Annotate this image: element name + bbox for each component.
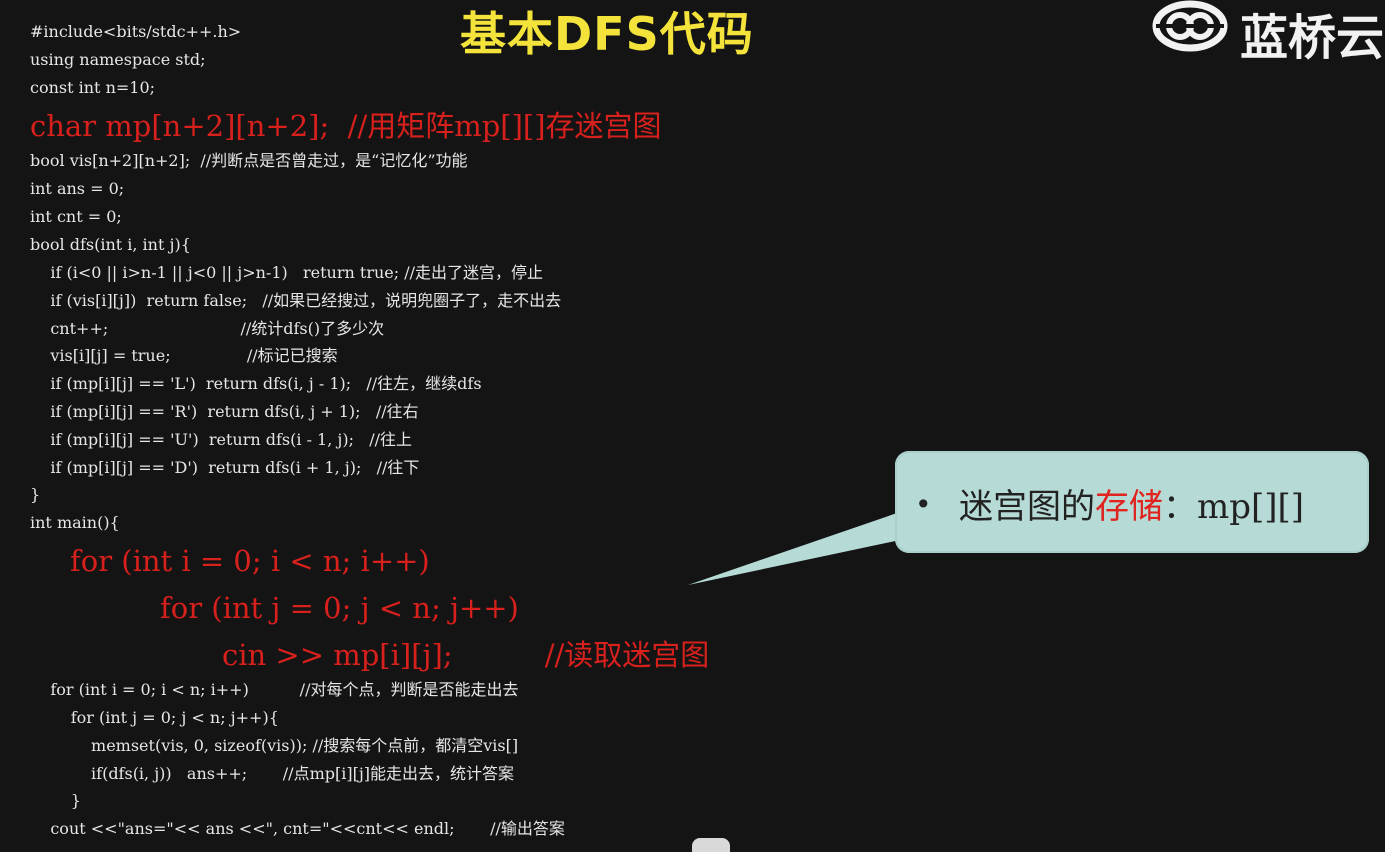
code-line: cnt++; //统计dfs()了多少次 (30, 319, 385, 338)
code-line-highlight: cin >> mp[i][j]; //读取迷宫图 (222, 638, 710, 672)
code-line: vis[i][j] = true; //标记已搜索 (30, 346, 338, 365)
code-line: if (mp[i][j] == 'U') return dfs(i - 1, j… (30, 430, 413, 449)
code-line: int ans = 0; (30, 179, 125, 198)
code-line: } (30, 791, 81, 810)
code-block: #include<bits/stdc++.h> using namespace … (0, 0, 900, 846)
slide: 基本DFS代码 蓝桥云 #include<bits/stdc++.h> usin… (0, 0, 1385, 852)
code-line: if (mp[i][j] == 'D') return dfs(i + 1, j… (30, 458, 420, 477)
code-line: bool vis[n+2][n+2]; //判断点是否曾走过，是“记忆化”功能 (30, 151, 468, 170)
code-line: if (mp[i][j] == 'R') return dfs(i, j + 1… (30, 402, 419, 421)
callout-highlight: 存储 (1095, 487, 1163, 527)
code-line-highlight: for (int i = 0; i < n; i++) (70, 544, 430, 578)
code-line: if (mp[i][j] == 'L') return dfs(i, j - 1… (30, 374, 482, 393)
callout-prefix: 迷宫图的 (959, 487, 1095, 527)
code-line: if (i<0 || i>n-1 || j<0 || j>n-1) return… (30, 263, 543, 282)
bullet-icon: • (915, 488, 932, 521)
code-line: bool dfs(int i, int j){ (30, 235, 191, 254)
code-line: const int n=10; (30, 78, 156, 97)
callout-bubble: • 迷宫图的存储：mp[][] (895, 451, 1369, 553)
code-line: int cnt = 0; (30, 207, 122, 226)
callout-suffix: ：mp[][] (1163, 487, 1305, 527)
code-line: memset(vis, 0, sizeof(vis)); //搜索每个点前，都清… (30, 736, 519, 755)
code-line: if (vis[i][j]) return false; //如果已经搜过，说明… (30, 291, 562, 310)
callout-text: • 迷宫图的存储：mp[][] (915, 479, 1304, 528)
code-line: if(dfs(i, j)) ans++; //点mp[i][j]能走出去，统计答… (30, 764, 515, 783)
code-line: #include<bits/stdc++.h> (30, 22, 242, 41)
code-line: for (int i = 0; i < n; i++) //对每个点，判断是否能… (30, 680, 519, 699)
logo-text: 蓝桥云 (1240, 10, 1385, 66)
video-scrubber-handle[interactable] (692, 838, 730, 852)
logo-icon (1152, 0, 1228, 52)
code-line-highlight: for (int j = 0; j < n; j++) (160, 591, 519, 625)
code-line-highlight: char mp[n+2][n+2]; //用矩阵mp[][]存迷宫图 (30, 109, 662, 143)
brand-logo: 蓝桥云 (1150, 0, 1385, 66)
code-line: } (30, 485, 41, 504)
code-line: using namespace std; (30, 50, 206, 69)
code-line: int main(){ (30, 513, 120, 532)
code-line: cout <<"ans="<< ans <<", cnt="<<cnt<< en… (30, 819, 565, 838)
code-line: for (int j = 0; j < n; j++){ (30, 708, 279, 727)
